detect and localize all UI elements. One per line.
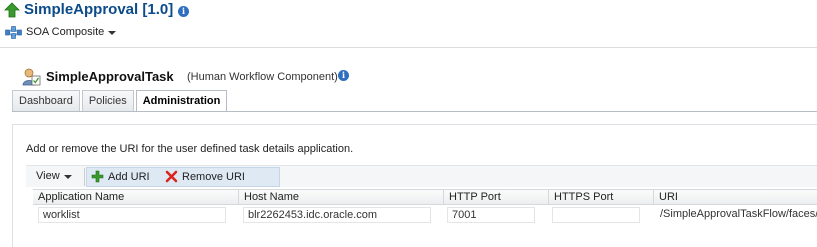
https-port-field[interactable] [552,207,640,223]
uri-button-group: Add URI Remove URI [86,167,280,187]
panel-description: Add or remove the URI for the user defin… [26,143,354,155]
task-title: SimpleApprovalTask [46,69,174,84]
soa-composite-menu[interactable]: SOA Composite [5,24,117,40]
remove-uri-label: Remove URI [182,170,245,183]
column-header-uri[interactable]: URI [653,190,817,205]
add-uri-button[interactable]: Add URI [91,170,150,183]
tab-dashboard[interactable]: Dashboard [12,90,80,111]
toolbar-divider [84,168,85,186]
plus-icon [91,170,104,183]
human-task-icon [22,68,41,86]
app-header: SimpleApproval [1.0] i SOA Composite [0,0,817,48]
view-menu-label: View [36,170,60,182]
component-tabs: Dashboard Policies Administration [12,90,229,112]
task-subtitle: (Human Workflow Component) [187,71,338,83]
tab-divider [12,111,817,112]
soa-composite-icon [5,25,22,39]
application-name-field[interactable]: worklist [38,207,226,223]
up-arrow-icon[interactable] [4,2,20,18]
table-row[interactable]: worklist blr2262453.idc.oracle.com 7001 … [33,205,817,226]
remove-uri-button[interactable]: Remove URI [165,170,245,183]
tab-administration[interactable]: Administration [135,90,228,112]
chevron-down-icon [108,31,117,35]
app-title: SimpleApproval [1.0] [24,1,174,18]
chevron-down-icon [63,175,72,179]
table-toolbar: View Add URI Remove URI [26,165,817,187]
host-name-field[interactable]: blr2262453.idc.oracle.com [243,207,431,223]
uri-value: /SimpleApprovalTaskFlow/faces/ [660,208,817,220]
column-header-http-port[interactable]: HTTP Port [443,190,548,205]
view-menu[interactable]: View [36,170,72,182]
table-header: Application Name Host Name HTTP Port HTT… [33,189,817,205]
column-header-application-name[interactable]: Application Name [33,190,238,205]
info-icon[interactable]: i [338,70,349,81]
tab-policies[interactable]: Policies [81,90,134,111]
column-header-host-name[interactable]: Host Name [238,190,443,205]
info-icon[interactable]: i [178,6,189,17]
close-icon [165,170,178,183]
soa-composite-label: SOA Composite [26,26,105,38]
http-port-field[interactable]: 7001 [447,207,535,223]
column-header-https-port[interactable]: HTTPS Port [548,190,653,205]
add-uri-label: Add URI [108,170,150,183]
